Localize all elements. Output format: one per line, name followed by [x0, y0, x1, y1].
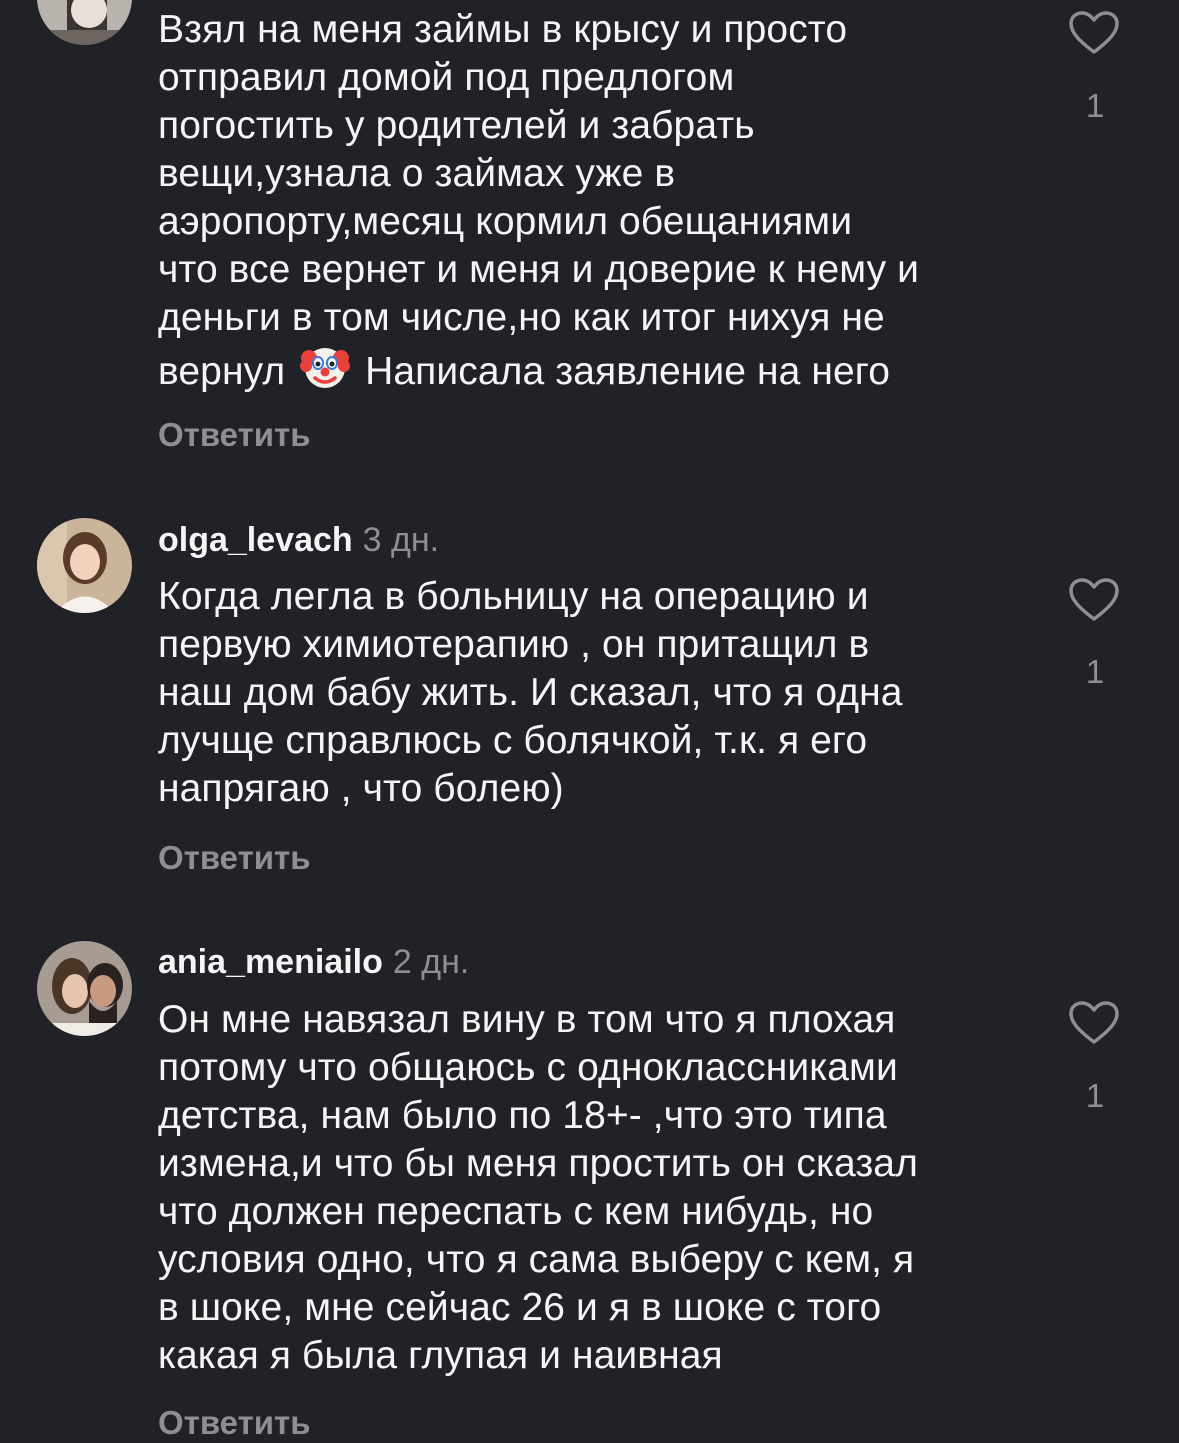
comment-line-start: вернул: [158, 350, 286, 393]
timestamp: 2 дн.: [392, 943, 470, 981]
timestamp: 3 дн.: [362, 521, 440, 559]
reply-button[interactable]: Ответить: [158, 415, 311, 455]
comment-line-end: Написала заявление на него: [365, 350, 891, 393]
comment-header: ania_meniailo 2 дн.: [158, 942, 469, 982]
comment-line: в шоке, мне сейчас 26 и я в шоке с того: [158, 1286, 882, 1329]
heart-icon: [1069, 578, 1119, 621]
heart-icon: [1069, 11, 1119, 54]
like-count: 1: [1085, 87, 1105, 124]
comment-line: условия одно, что я сама выберу с кем, я: [158, 1238, 915, 1281]
comment-line: какая я была глупая и наивная: [158, 1334, 723, 1377]
avatar[interactable]: [37, 0, 132, 45]
comment-line: отправил домой под предлогом: [158, 56, 735, 99]
like-count: 1: [1085, 1077, 1105, 1114]
comment-line: погостить у родителей и забрать: [158, 104, 755, 147]
like-count: 1: [1085, 653, 1105, 690]
clown-face-icon: [300, 342, 351, 392]
comment-line: Когда легла в больницу на операцию и: [158, 575, 869, 618]
like-button[interactable]: [1068, 577, 1120, 623]
comment-line: Он мне навязал вину в том что я плохая: [158, 998, 896, 1041]
avatar[interactable]: [37, 941, 132, 1036]
comment-text: Взял на меня займы в крысу и просто отпр…: [158, 6, 1038, 396]
comment-text: Когда легла в больницу на операцию и пер…: [158, 573, 1038, 813]
comment-line: детства, нам было по 18+- ,что это типа: [158, 1094, 887, 1137]
comment-line: потому что общаюсь с одноклассниками: [158, 1046, 898, 1089]
comment-line: что должен переспать с кем нибудь, но: [158, 1190, 874, 1233]
comment-line: что все вернет и меня и доверие к нему и: [158, 248, 920, 291]
username[interactable]: olga_levach: [158, 521, 353, 559]
like-button[interactable]: [1068, 1000, 1120, 1046]
comment-line: лучще справлюсь с болячкой, т.к. я его: [158, 719, 868, 762]
comment-line: вещи,узнала о займах уже в: [158, 152, 676, 195]
comment-header: olga_levach 3 дн.: [158, 520, 439, 560]
reply-button[interactable]: Ответить: [158, 838, 311, 878]
username[interactable]: ania_meniailo: [158, 943, 383, 981]
comment-line: измена,и что бы меня простить он сказал: [158, 1142, 918, 1185]
heart-icon: [1069, 1001, 1119, 1044]
reply-button[interactable]: Ответить: [158, 1403, 311, 1443]
comment-line: напрягаю , что болею): [158, 767, 564, 810]
comment-line: первую химиотерапию , он притащил в: [158, 623, 870, 666]
comment-text: Он мне навязал вину в том что я плохая п…: [158, 996, 1038, 1380]
comment-line: Взял на меня займы в крысу и просто: [158, 8, 848, 51]
comment-line: вернул Написала заявление на него: [158, 342, 1038, 396]
comment-line: аэропорту,месяц кормил обещаниями: [158, 200, 853, 243]
comment-line: наш дом бабу жить. И сказал, что я одна: [158, 671, 903, 714]
avatar[interactable]: [37, 518, 132, 613]
comment-line: деньги в том числе,но как итог нихуя не: [158, 296, 885, 339]
like-button[interactable]: [1068, 10, 1120, 56]
